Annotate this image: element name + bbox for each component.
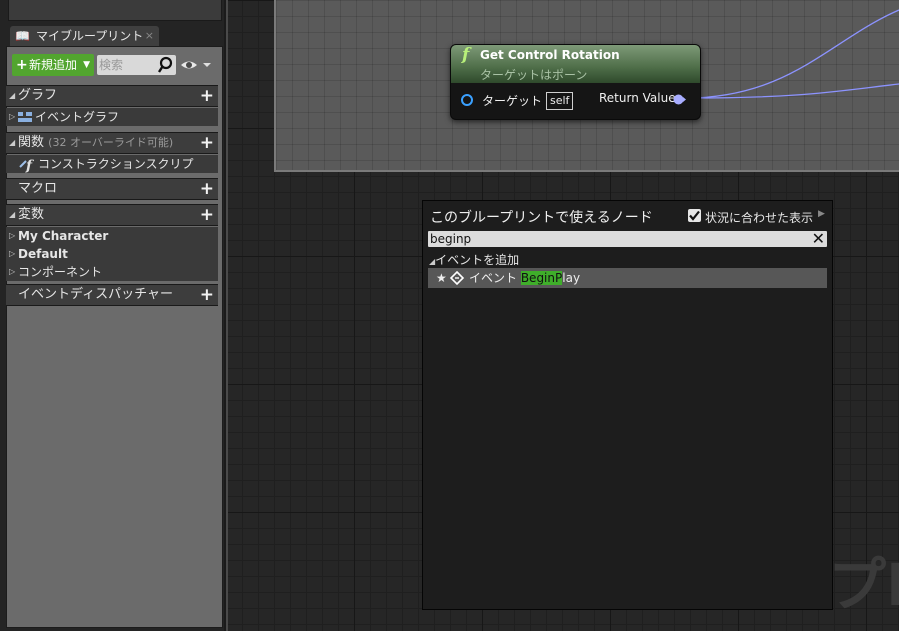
add-function-button[interactable]: + bbox=[200, 133, 214, 153]
node-header: f Get Control Rotation ターゲットはポーン bbox=[451, 45, 700, 83]
context-sensitive-label: 状況に合わせた表示 bbox=[705, 211, 814, 225]
expand-triangle-icon: ◢ bbox=[9, 91, 16, 100]
item-label: イベントグラフ bbox=[35, 110, 120, 124]
svg-text:f: f bbox=[25, 158, 35, 173]
add-graph-button[interactable]: + bbox=[200, 86, 214, 106]
view-options-button[interactable] bbox=[179, 55, 217, 75]
item-label: コンポーネント bbox=[18, 265, 103, 279]
section-label: イベントディスパッチャー bbox=[18, 287, 173, 302]
function-icon: f bbox=[18, 155, 38, 173]
get-control-rotation-node[interactable]: f Get Control Rotation ターゲットはポーン ターゲット s… bbox=[450, 44, 701, 120]
node-subtitle: ターゲットはポーン bbox=[480, 68, 588, 82]
functions-label: 関数 bbox=[18, 135, 45, 150]
book-icon: 📖 bbox=[15, 29, 30, 43]
section-variables[interactable]: ◢ 変数 + bbox=[6, 204, 218, 226]
clear-search-icon[interactable]: ✕ bbox=[812, 229, 825, 248]
category-add-event[interactable]: ◢イベントを追加 bbox=[429, 251, 519, 268]
star-icon: ★ bbox=[436, 271, 447, 285]
action-item-suffix: lay bbox=[562, 271, 581, 285]
collapsed-triangle-icon: ▷ bbox=[9, 112, 16, 121]
eye-icon bbox=[181, 61, 211, 69]
event-icon bbox=[450, 271, 465, 285]
list-item-components[interactable]: ▷ コンポーネント bbox=[6, 263, 218, 281]
category-label: イベントを追加 bbox=[435, 253, 520, 267]
graph-watermark: プI bbox=[828, 551, 899, 619]
target-pin-label: ターゲット bbox=[482, 94, 543, 108]
wires bbox=[685, 9, 899, 99]
list-item-default[interactable]: ▷ Default bbox=[6, 245, 218, 263]
list-item-my-character[interactable]: ▷ My Character bbox=[6, 227, 218, 245]
collapsed-triangle-icon: ▷ bbox=[9, 267, 16, 276]
plus-icon: + bbox=[16, 57, 28, 73]
node-title: Get Control Rotation bbox=[480, 48, 620, 62]
action-search-box[interactable]: ✕ bbox=[428, 229, 827, 248]
action-menu-title: このブループリントで使えるノード bbox=[430, 210, 653, 226]
section-label: 変数 bbox=[18, 207, 45, 222]
item-label: My Character bbox=[18, 229, 109, 243]
section-event-dispatchers[interactable]: イベントディスパッチャー + bbox=[6, 284, 218, 306]
collapsed-triangle-icon: ▷ bbox=[9, 249, 16, 258]
action-search-input[interactable] bbox=[430, 231, 800, 247]
chevron-down-icon: ▼ bbox=[83, 60, 90, 70]
search-icon bbox=[157, 55, 174, 78]
search-box[interactable] bbox=[97, 55, 176, 75]
function-icon: f bbox=[462, 45, 470, 65]
target-default-value[interactable]: self bbox=[546, 92, 574, 110]
expand-triangle-icon: ◢ bbox=[9, 210, 16, 219]
item-label: Default bbox=[18, 247, 68, 261]
add-dispatcher-button[interactable]: + bbox=[200, 285, 214, 305]
panel-toolbar: + 新規追加 ▼ bbox=[6, 50, 221, 80]
context-sensitive-checkbox[interactable] bbox=[688, 209, 701, 222]
action-item-prefix: イベント bbox=[469, 271, 521, 285]
section-label: グラフ bbox=[18, 88, 58, 103]
wire-return-value-2 bbox=[685, 9, 899, 99]
collapsed-triangle-icon: ▷ bbox=[9, 231, 16, 240]
tab-title: マイブループリント bbox=[36, 29, 144, 43]
action-menu: このブループリントで使えるノード 状況に合わせた表示 ▶ ✕ ◢イベントを追加 … bbox=[422, 200, 833, 610]
add-new-button[interactable]: + 新規追加 ▼ bbox=[12, 54, 94, 76]
section-functions[interactable]: ◢ 関数 (32 オーバーライド可能) + bbox=[6, 132, 218, 154]
upper-panel-remnant bbox=[8, 0, 222, 21]
item-label: コンストラクションスクリプ bbox=[38, 157, 194, 171]
target-pin[interactable] bbox=[461, 94, 473, 106]
list-item-construction-script[interactable]: f コンストラクションスクリプ bbox=[6, 155, 218, 173]
action-item-label: イベント BeginPlay bbox=[469, 268, 580, 288]
event-graph-icon bbox=[17, 108, 33, 126]
section-graphs[interactable]: ◢ グラフ + bbox=[6, 85, 218, 107]
return-value-pin[interactable] bbox=[673, 94, 686, 105]
action-item-event-beginplay[interactable]: ★ イベント BeginPlay bbox=[428, 268, 827, 288]
search-input[interactable] bbox=[99, 56, 157, 74]
list-item-event-graph[interactable]: ▷ イベントグラフ bbox=[6, 108, 218, 126]
search-match-highlight: BeginP bbox=[520, 271, 563, 285]
close-icon[interactable]: × bbox=[145, 26, 154, 46]
checkmark-icon bbox=[689, 210, 700, 221]
my-blueprint-tab[interactable]: 📖 マイブループリント × bbox=[10, 26, 159, 46]
section-macros[interactable]: マクロ + bbox=[6, 178, 218, 200]
add-new-label: 新規追加 bbox=[29, 58, 78, 72]
functions-sublabel: (32 オーバーライド可能) bbox=[48, 136, 174, 149]
return-value-label: Return Value bbox=[599, 91, 676, 105]
expand-arrow-icon[interactable]: ▶ bbox=[818, 209, 825, 219]
add-macro-button[interactable]: + bbox=[200, 179, 214, 199]
expand-triangle-icon: ◢ bbox=[9, 138, 16, 147]
add-variable-button[interactable]: + bbox=[200, 205, 214, 225]
section-label: マクロ bbox=[18, 181, 58, 196]
section-label: 関数 (32 オーバーライド可能) bbox=[18, 133, 173, 153]
